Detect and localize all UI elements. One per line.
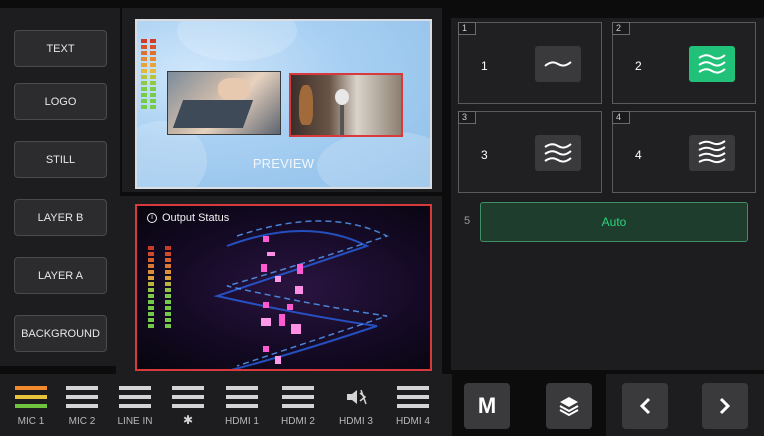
audio-channel-label: HDMI 3 xyxy=(339,416,373,427)
level-bars-icon xyxy=(15,386,47,408)
level-bars-icon xyxy=(226,386,258,408)
level-bars-icon xyxy=(66,386,98,408)
audio-channel-hdmi-1[interactable]: HDMI 1 xyxy=(222,386,262,427)
audio-channel-mic-2[interactable]: MIC 2 xyxy=(62,386,102,427)
scene-tile-2[interactable]: 2 2 xyxy=(612,22,756,104)
preview-pip-studio-image xyxy=(289,73,403,137)
layer-b-button[interactable]: LAYER B xyxy=(14,199,107,236)
laptop-shape xyxy=(172,100,254,128)
next-button[interactable] xyxy=(702,383,748,429)
preview-label: PREVIEW xyxy=(252,156,315,171)
level-bars-icon xyxy=(282,386,314,408)
layers-button[interactable] xyxy=(546,383,592,429)
previous-button[interactable] xyxy=(622,383,668,429)
scene-number: 1 xyxy=(481,59,488,73)
output-vu-meter-right xyxy=(165,246,171,328)
wave-3-icon xyxy=(535,135,581,171)
auto-row-number: 5 xyxy=(464,215,471,227)
text-layer-button[interactable]: TEXT xyxy=(14,30,107,67)
audio-channel-mic-1[interactable]: MIC 1 xyxy=(11,386,51,427)
output-monitor[interactable]: i Output Status xyxy=(135,204,432,371)
level-bars-icon xyxy=(172,386,204,408)
audio-channel-label: LINE IN xyxy=(117,416,153,427)
audio-channel-label: HDMI 2 xyxy=(281,416,315,427)
audio-channel-hdmi-3[interactable]: HDMI 3 xyxy=(336,386,376,427)
auto-transition-button[interactable]: Auto xyxy=(480,202,748,242)
audio-channel-bluetooth[interactable]: ✱ xyxy=(168,386,208,427)
scene-tile-4[interactable]: 4 4 xyxy=(612,111,756,193)
scene-tag: 1 xyxy=(458,22,476,35)
mic-stand-shape xyxy=(340,105,344,135)
output-vu-meter-left xyxy=(148,246,154,328)
output-spiral-graphic xyxy=(213,220,389,369)
scene-tag: 3 xyxy=(458,111,476,124)
level-bars-icon xyxy=(397,386,429,408)
hand-shape xyxy=(218,78,250,100)
preview-vu-meter-left xyxy=(141,39,147,109)
logo-layer-button[interactable]: LOGO xyxy=(14,83,107,120)
level-bars-icon xyxy=(119,386,151,408)
background-layer-button[interactable]: BACKGROUND xyxy=(14,315,107,352)
microphone-shape xyxy=(335,89,349,105)
preview-monitor[interactable]: PREVIEW xyxy=(135,19,432,189)
audio-channel-label: MIC 1 xyxy=(17,416,45,427)
audio-channel-label: HDMI 4 xyxy=(396,416,430,427)
layers-icon xyxy=(559,397,579,417)
mute-icon xyxy=(336,386,376,408)
layer-a-button[interactable]: LAYER A xyxy=(14,257,107,294)
m-button[interactable]: M xyxy=(464,383,510,429)
audio-channel-hdmi-2[interactable]: HDMI 2 xyxy=(278,386,318,427)
preview-texture xyxy=(177,21,297,61)
scene-number: 3 xyxy=(481,148,488,162)
bluetooth-icon: ✱ xyxy=(182,413,194,427)
still-layer-button[interactable]: STILL xyxy=(14,141,107,178)
wave-1-icon xyxy=(535,46,581,82)
scene-number: 2 xyxy=(635,59,642,73)
chevron-right-icon xyxy=(719,397,731,415)
preview-pip-laptop-image xyxy=(167,71,281,135)
preview-vu-meter-right xyxy=(150,39,156,109)
audio-channel-label: MIC 2 xyxy=(68,416,96,427)
guitar-shape xyxy=(299,85,313,125)
scene-tag: 2 xyxy=(612,22,630,35)
wave-3-icon xyxy=(689,46,735,82)
scene-tag: 4 xyxy=(612,111,630,124)
audio-channel-line-in[interactable]: LINE IN xyxy=(115,386,155,427)
scene-tile-1[interactable]: 1 1 xyxy=(458,22,602,104)
scene-number: 4 xyxy=(635,148,642,162)
audio-channel-hdmi-4[interactable]: HDMI 4 xyxy=(393,386,433,427)
wave-4-icon xyxy=(689,135,735,171)
audio-channel-label: HDMI 1 xyxy=(225,416,259,427)
scene-tile-3[interactable]: 3 3 xyxy=(458,111,602,193)
chevron-left-icon xyxy=(639,397,651,415)
